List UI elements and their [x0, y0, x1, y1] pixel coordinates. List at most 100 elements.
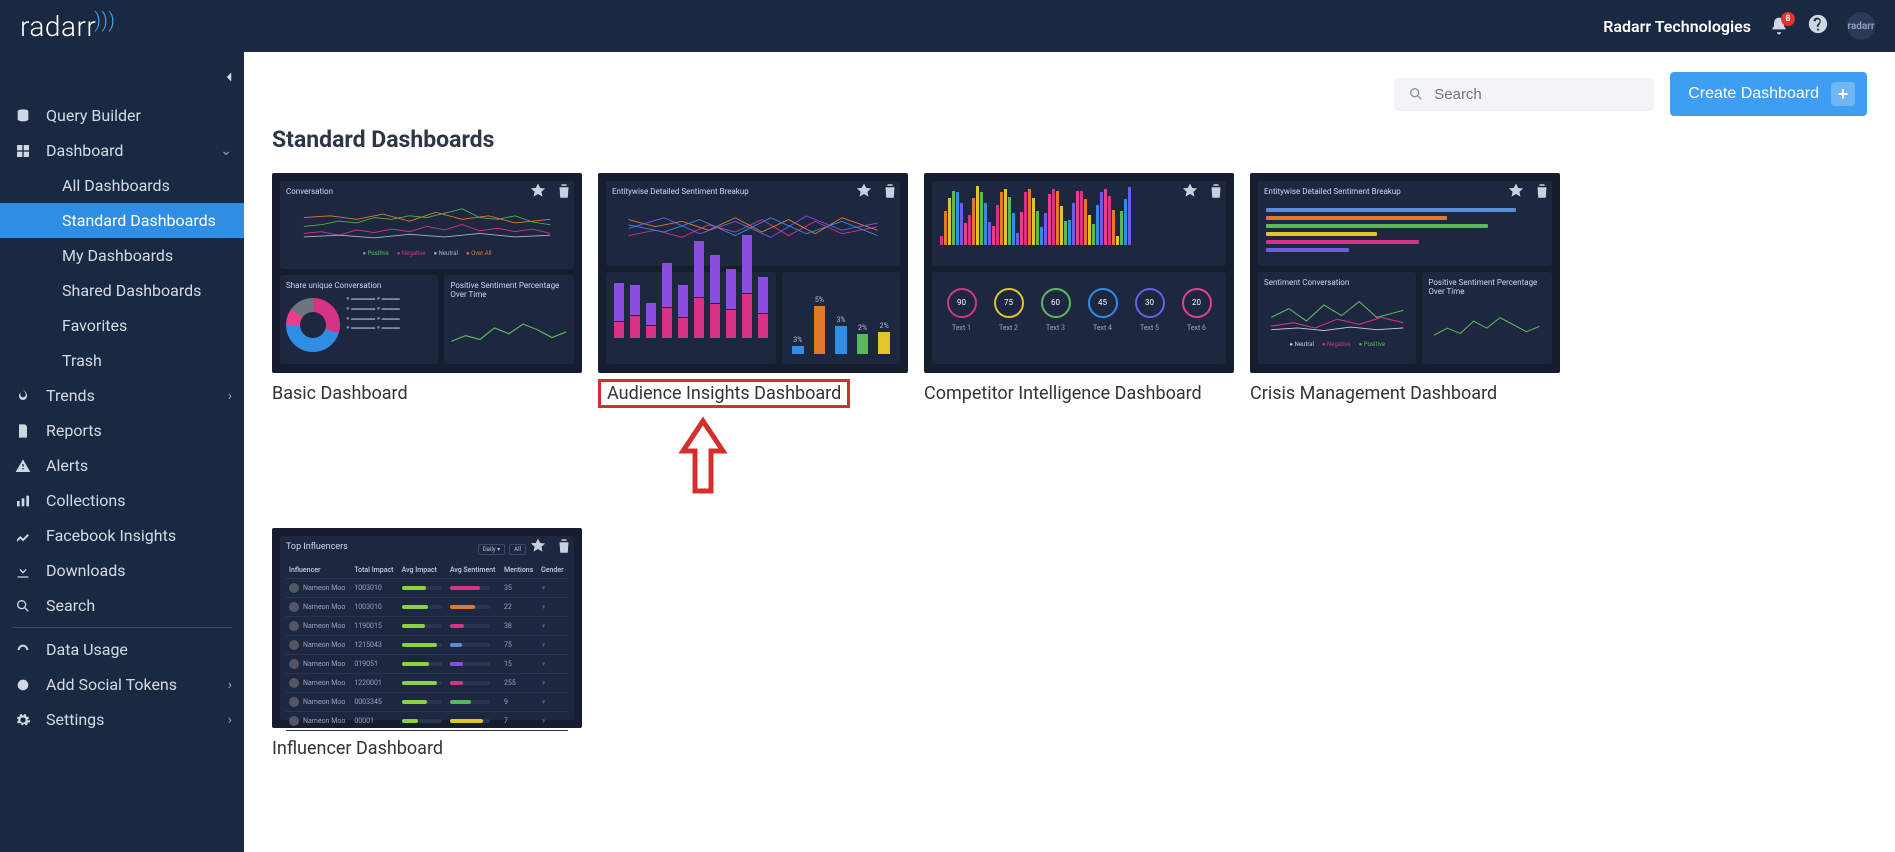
panel-title: Share unique Conversation — [286, 281, 432, 290]
delete-button[interactable] — [554, 181, 574, 201]
nav-downloads[interactable]: Downloads — [0, 553, 244, 588]
table-row[interactable]: Nameon Moo119001538♀ — [286, 617, 568, 636]
star-icon — [529, 537, 547, 555]
nav-reports[interactable]: Reports — [0, 413, 244, 448]
star-icon — [1507, 182, 1525, 200]
favorite-button[interactable] — [1180, 181, 1200, 201]
nav-label: Alerts — [46, 456, 88, 475]
dashboard-card[interactable]: Conversation Positive Negative Neutral — [272, 173, 582, 404]
chevron-right-icon: › — [228, 388, 232, 404]
nav-data-usage[interactable]: Data Usage — [0, 632, 244, 667]
favorite-button[interactable] — [528, 181, 548, 201]
favorite-button[interactable] — [528, 536, 548, 556]
nav-facebook-insights[interactable]: Facebook Insights — [0, 518, 244, 553]
nav-label: Reports — [46, 421, 102, 440]
nav-dashboard[interactable]: Dashboard ⌄ — [0, 133, 244, 168]
dashboard-card[interactable]: 90Text 1 75Text 2 60Text 3 45Text 4 30Te… — [924, 173, 1234, 404]
dashboard-card[interactable]: Entitywise Detailed Sentiment Breakup — [1250, 173, 1560, 404]
nav-search[interactable]: Search — [0, 588, 244, 623]
subnav-standard-dashboards[interactable]: Standard Dashboards — [0, 203, 244, 238]
nav-collections[interactable]: Collections — [0, 483, 244, 518]
panel-title: Top Influencers — [286, 542, 348, 552]
delete-button[interactable] — [1206, 181, 1226, 201]
nav-divider — [12, 627, 232, 628]
star-icon — [855, 182, 873, 200]
dashboard-card[interactable]: Top Influencers Daily ▾ All Influencer T… — [272, 528, 582, 759]
scope-select[interactable]: All — [509, 544, 526, 555]
delete-button[interactable] — [1532, 181, 1552, 201]
nav-label: Settings — [46, 710, 104, 729]
panel-title: Entitywise Detailed Sentiment Breakup — [612, 187, 894, 196]
subnav-favorites[interactable]: Favorites — [0, 308, 244, 343]
avatar[interactable]: radarr — [1847, 12, 1875, 40]
logo: radarr ))) — [20, 10, 115, 43]
annotation-arrow — [678, 416, 908, 500]
dashboard-grid: Conversation Positive Negative Neutral — [272, 173, 1867, 759]
gear-icon — [14, 712, 32, 728]
create-btn-label: Create Dashboard — [1688, 85, 1819, 103]
subnav-my-dashboards[interactable]: My Dashboards — [0, 238, 244, 273]
subnav-trash[interactable]: Trash — [0, 343, 244, 378]
card-title: Audience Insights Dashboard — [607, 383, 841, 404]
panel-title: Conversation — [286, 187, 568, 196]
table-row[interactable]: Nameon Moo100301022♀ — [286, 598, 568, 617]
nav-settings[interactable]: Settings › — [0, 702, 244, 737]
subnav-all-dashboards[interactable]: All Dashboards — [0, 168, 244, 203]
dashboard-thumb: 90Text 1 75Text 2 60Text 3 45Text 4 30Te… — [924, 173, 1234, 373]
nav-alerts[interactable]: Alerts — [0, 448, 244, 483]
card-title: Basic Dashboard — [272, 383, 582, 404]
spectrum-chart — [938, 187, 1220, 249]
collapse-sidebar-button[interactable] — [220, 68, 238, 90]
database-icon — [14, 108, 32, 124]
trash-icon — [555, 182, 573, 200]
search-input-wrap[interactable] — [1394, 78, 1654, 111]
nav-query-builder[interactable]: Query Builder — [0, 98, 244, 133]
favorite-button[interactable] — [1506, 181, 1526, 201]
donut-chart — [286, 298, 340, 352]
notif-badge: 8 — [1781, 12, 1795, 26]
table-row[interactable]: Nameon Moo1220001255♀ — [286, 674, 568, 693]
search-input[interactable] — [1434, 86, 1640, 103]
nav-label: Collections — [46, 491, 126, 510]
line-chart — [1264, 291, 1410, 335]
nav-label: Query Builder — [46, 106, 141, 125]
nav-label: Dashboard — [46, 141, 123, 160]
bars-icon — [14, 493, 32, 509]
nav-add-social-tokens[interactable]: Add Social Tokens › — [0, 667, 244, 702]
delete-button[interactable] — [554, 536, 574, 556]
nav-trends[interactable]: Trends › — [0, 378, 244, 413]
table-row[interactable]: Nameon Moo100301035♀ — [286, 579, 568, 598]
favorite-button[interactable] — [854, 181, 874, 201]
nav-label: Facebook Insights — [46, 526, 176, 545]
chart-legend: Positive Negative Neutral Over All — [286, 250, 568, 257]
nav-label: Downloads — [46, 561, 125, 580]
plus-icon: + — [1831, 82, 1855, 106]
chevron-down-icon: ⌄ — [220, 143, 232, 159]
create-dashboard-button[interactable]: Create Dashboard + — [1670, 72, 1867, 116]
table-row[interactable]: Nameon Moo00033459♀ — [286, 693, 568, 712]
download-icon — [14, 563, 32, 579]
help-button[interactable] — [1807, 13, 1829, 39]
nav-label: Trends — [46, 386, 95, 405]
logo-text: radarr — [20, 10, 96, 43]
dashboard-thumb: Entitywise Detailed Sentiment Breakup — [1250, 173, 1560, 373]
page-title: Standard Dashboards — [272, 126, 1867, 153]
star-icon — [1181, 182, 1199, 200]
gauge-row: 90Text 1 75Text 2 60Text 3 45Text 4 30Te… — [938, 278, 1220, 336]
table-row[interactable]: Nameon Moo000017♀ — [286, 712, 568, 731]
chart-icon — [14, 528, 32, 544]
logo-accent-icon: ))) — [94, 8, 115, 32]
range-select[interactable]: Daily ▾ — [478, 544, 505, 555]
search-icon — [1408, 86, 1424, 102]
card-title: Influencer Dashboard — [272, 738, 582, 759]
dashboard-card[interactable]: Entitywise Detailed Sentiment Breakup — [598, 173, 908, 500]
trash-icon — [555, 537, 573, 555]
line-chart — [286, 200, 568, 244]
trash-icon — [881, 182, 899, 200]
delete-button[interactable] — [880, 181, 900, 201]
grouped-bar-chart — [612, 278, 770, 342]
notifications-button[interactable]: 8 — [1769, 16, 1789, 36]
table-row[interactable]: Nameon Moo121504375♀ — [286, 636, 568, 655]
table-row[interactable]: Nameon Moo01905115♀ — [286, 655, 568, 674]
subnav-shared-dashboards[interactable]: Shared Dashboards — [0, 273, 244, 308]
